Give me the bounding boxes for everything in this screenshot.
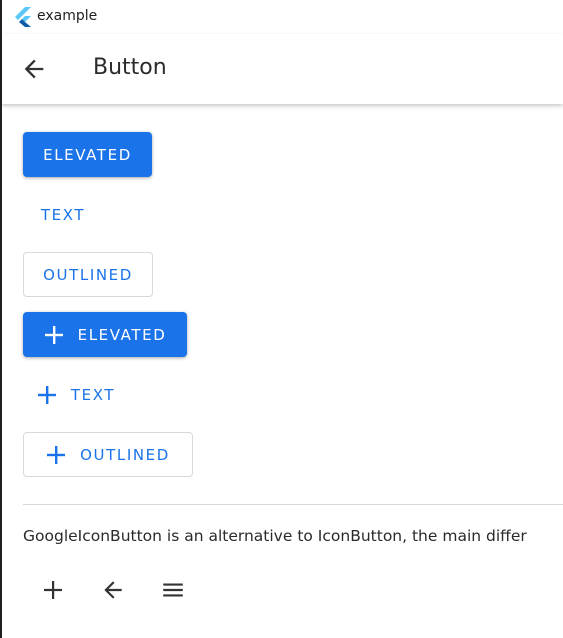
menu-icon-button[interactable] — [153, 570, 193, 610]
back-button[interactable] — [20, 55, 48, 83]
elevated-icon-button-label: ELEVATED — [77, 325, 167, 344]
add-icon-button[interactable] — [33, 570, 73, 610]
button-demo-content: ELEVATED TEXT OUTLINED ELEVATED TEXT OUT… — [2, 104, 563, 638]
outlined-icon-button[interactable]: OUTLINED — [23, 432, 193, 477]
text-button-label: TEXT — [40, 205, 86, 224]
app-window: example Button ELEVATED TEXT OUTLINED EL… — [0, 0, 563, 638]
outlined-button-label: OUTLINED — [43, 265, 133, 284]
plus-icon — [44, 581, 62, 599]
elevated-button[interactable]: ELEVATED — [23, 132, 152, 177]
arrow-back-icon — [104, 581, 122, 599]
arrow-back-icon — [24, 59, 44, 79]
plus-icon — [44, 325, 63, 344]
plus-icon — [37, 385, 56, 404]
outlined-icon-button-label: OUTLINED — [80, 445, 170, 464]
menu-icon — [163, 583, 183, 597]
app-bar: Button — [2, 34, 563, 104]
divider — [23, 504, 563, 505]
window-title: example — [37, 8, 98, 24]
outlined-button[interactable]: OUTLINED — [23, 252, 153, 297]
text-icon-button-label: TEXT — [70, 385, 116, 404]
plus-icon — [47, 445, 66, 464]
description-text: GoogleIconButton is an alternative to Ic… — [23, 527, 527, 545]
elevated-icon-button[interactable]: ELEVATED — [23, 312, 187, 357]
back-icon-button[interactable] — [93, 570, 133, 610]
text-icon-button[interactable]: TEXT — [23, 372, 129, 417]
text-button[interactable]: TEXT — [23, 192, 103, 237]
title-bar: example — [2, 0, 563, 34]
elevated-button-label: ELEVATED — [43, 145, 132, 164]
page-title: Button — [93, 55, 167, 80]
flutter-logo-icon — [15, 7, 31, 27]
